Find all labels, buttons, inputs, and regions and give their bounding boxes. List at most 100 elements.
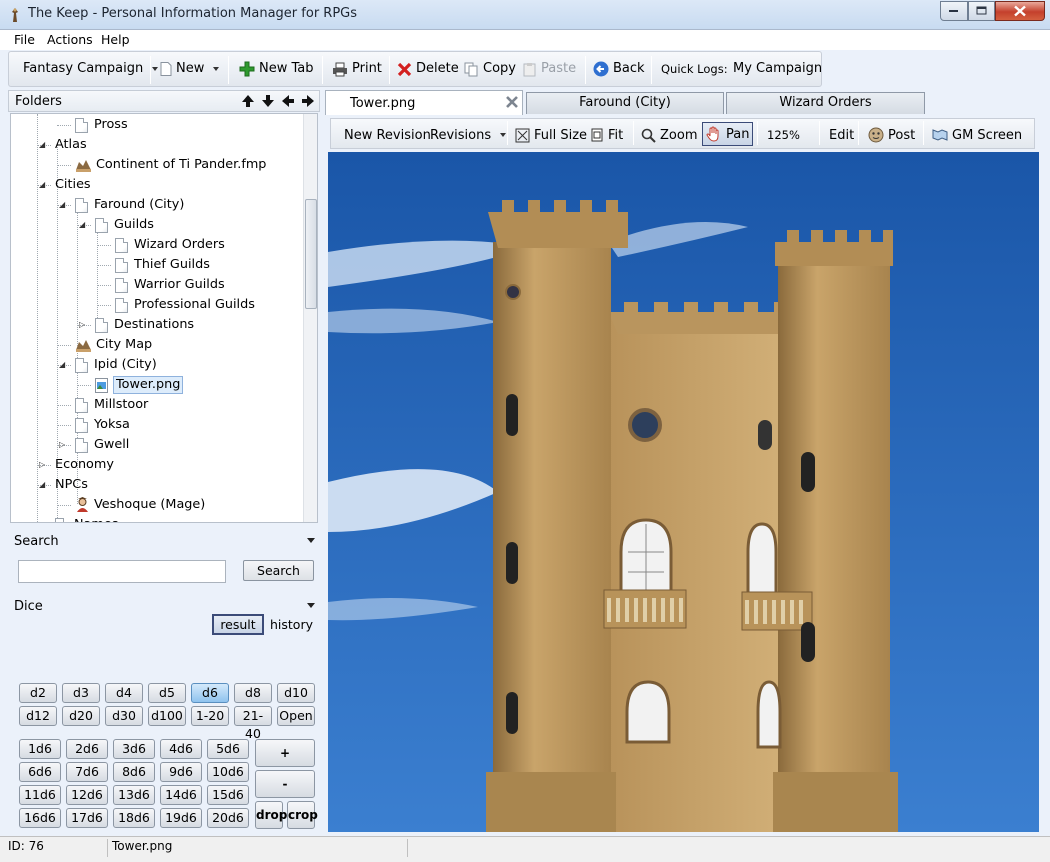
- expand-arrow-icon[interactable]: ▷: [39, 515, 45, 522]
- tree-item[interactable]: Warrior Guilds: [115, 275, 225, 295]
- minimize-button[interactable]: [940, 1, 968, 21]
- die-button[interactable]: 15d6: [207, 785, 249, 805]
- full-size-button[interactable]: Full Size: [515, 126, 587, 144]
- campaign-dropdown[interactable]: Fantasy Campaign: [23, 59, 159, 79]
- arrow-up-icon[interactable]: [241, 94, 255, 108]
- tree-item[interactable]: Millstoor: [75, 395, 148, 415]
- pan-button[interactable]: Pan: [702, 122, 754, 146]
- tree-item[interactable]: ◢ Ipid (City): [59, 355, 157, 375]
- result-button[interactable]: result: [212, 614, 264, 635]
- collapse-arrow-icon[interactable]: ◢: [59, 195, 65, 215]
- tree-item[interactable]: ▷ Destinations: [79, 315, 194, 335]
- tree-item[interactable]: Yoksa: [75, 415, 130, 435]
- collapse-arrow-icon[interactable]: ◢: [59, 355, 65, 375]
- search-input[interactable]: [18, 560, 226, 583]
- die-button[interactable]: 9d6: [160, 762, 202, 782]
- close-tab-icon[interactable]: [506, 96, 518, 108]
- die-button[interactable]: 19d6: [160, 808, 202, 828]
- tree-scrollbar[interactable]: [303, 114, 317, 522]
- new-button[interactable]: New: [160, 59, 220, 79]
- collapse-caret-icon[interactable]: [307, 603, 315, 608]
- die-button[interactable]: d8: [234, 683, 272, 703]
- die-button[interactable]: 7d6: [66, 762, 108, 782]
- tree-item[interactable]: ◢ Cities: [39, 175, 91, 195]
- crop-button[interactable]: crop: [287, 801, 318, 829]
- collapse-arrow-icon[interactable]: ◢: [39, 175, 45, 195]
- expand-arrow-icon[interactable]: ▷: [79, 315, 85, 335]
- die-button[interactable]: 4d6: [160, 739, 202, 759]
- tree-item[interactable]: ▷ Economy: [39, 455, 114, 475]
- die-button[interactable]: 8d6: [113, 762, 155, 782]
- drop-button[interactable]: drop: [255, 801, 287, 829]
- copy-button[interactable]: Copy: [464, 59, 516, 79]
- tree-item[interactable]: Thief Guilds: [115, 255, 210, 275]
- die-button[interactable]: d20: [62, 706, 100, 726]
- die-button[interactable]: 20d6: [207, 808, 249, 828]
- tree-item[interactable]: ▷ Gwell: [59, 435, 129, 455]
- collapse-arrow-icon[interactable]: ◢: [39, 135, 45, 155]
- arrow-down-icon[interactable]: [261, 94, 275, 108]
- tree-item[interactable]: Professional Guilds: [115, 295, 255, 315]
- tree-item[interactable]: Wizard Orders: [115, 235, 225, 255]
- collapse-caret-icon[interactable]: [307, 538, 315, 543]
- revisions-dropdown[interactable]: Revisions: [430, 126, 507, 144]
- collapse-arrow-icon[interactable]: ◢: [79, 215, 85, 235]
- edit-button[interactable]: Edit: [829, 126, 854, 144]
- die-button[interactable]: d100: [148, 706, 186, 726]
- arrow-right-icon[interactable]: [301, 94, 315, 108]
- search-button[interactable]: Search: [243, 560, 314, 581]
- die-button[interactable]: d2: [19, 683, 57, 703]
- collapse-arrow-icon[interactable]: ◢: [39, 475, 45, 495]
- new-revision-button[interactable]: New Revision: [344, 126, 431, 144]
- tree-item[interactable]: ◢ Guilds: [79, 215, 154, 235]
- die-button[interactable]: 12d6: [66, 785, 108, 805]
- tree-item[interactable]: Tower.png: [95, 375, 184, 395]
- die-button[interactable]: 11d6: [19, 785, 61, 805]
- tree-item[interactable]: Pross: [75, 115, 128, 135]
- die-button[interactable]: d5: [148, 683, 186, 703]
- new-tab-button[interactable]: New Tab: [239, 59, 314, 79]
- image-viewer[interactable]: [328, 152, 1039, 832]
- zoom-button[interactable]: Zoom: [641, 126, 697, 144]
- tree-item[interactable]: ◢ Faround (City): [59, 195, 184, 215]
- tab-wizard-orders[interactable]: Wizard Orders: [726, 92, 925, 114]
- fit-button[interactable]: Fit: [591, 126, 623, 144]
- die-button[interactable]: 10d6: [207, 762, 249, 782]
- expand-arrow-icon[interactable]: ▷: [59, 435, 65, 455]
- back-button[interactable]: Back: [593, 59, 645, 79]
- plus-button[interactable]: +: [255, 739, 315, 767]
- paste-button[interactable]: Paste: [523, 59, 576, 79]
- tree-item[interactable]: ◢ NPCs: [39, 475, 88, 495]
- die-button[interactable]: 14d6: [160, 785, 202, 805]
- tree-item[interactable]: Veshoque (Mage): [75, 495, 205, 515]
- die-button[interactable]: d6: [191, 683, 229, 703]
- die-button[interactable]: 16d6: [19, 808, 61, 828]
- die-button[interactable]: d10: [277, 683, 315, 703]
- menu-actions[interactable]: Actions: [47, 32, 93, 47]
- tree-item[interactable]: ◢ Atlas: [39, 135, 87, 155]
- tree-item[interactable]: City Map: [75, 335, 152, 355]
- gm-screen-button[interactable]: GM Screen: [932, 126, 1022, 144]
- die-button[interactable]: d30: [105, 706, 143, 726]
- quick-logs-value[interactable]: My Campaign: [733, 59, 822, 79]
- die-button[interactable]: 13d6: [113, 785, 155, 805]
- die-button[interactable]: 1d6: [19, 739, 61, 759]
- history-button[interactable]: history: [270, 617, 313, 632]
- arrow-left-icon[interactable]: [281, 94, 295, 108]
- delete-button[interactable]: Delete: [397, 59, 459, 79]
- die-button[interactable]: 6d6: [19, 762, 61, 782]
- tab-faround[interactable]: Faround (City): [526, 92, 724, 114]
- post-button[interactable]: Post: [868, 126, 915, 144]
- tree-item[interactable]: ▷ Names: [39, 515, 118, 522]
- folder-tree[interactable]: Pross ◢ Atlas Continent of Ti Pander.fmp ◢ Ci…: [10, 113, 318, 523]
- die-button[interactable]: d3: [62, 683, 100, 703]
- die-button[interactable]: 2d6: [66, 739, 108, 759]
- print-button[interactable]: Print: [332, 59, 382, 79]
- tab-tower[interactable]: Tower.png: [325, 90, 523, 115]
- die-button[interactable]: d12: [19, 706, 57, 726]
- scrollbar-thumb[interactable]: [305, 199, 317, 309]
- close-button[interactable]: [995, 1, 1045, 21]
- die-button[interactable]: 5d6: [207, 739, 249, 759]
- die-button[interactable]: d4: [105, 683, 143, 703]
- die-button[interactable]: 1-20: [191, 706, 229, 726]
